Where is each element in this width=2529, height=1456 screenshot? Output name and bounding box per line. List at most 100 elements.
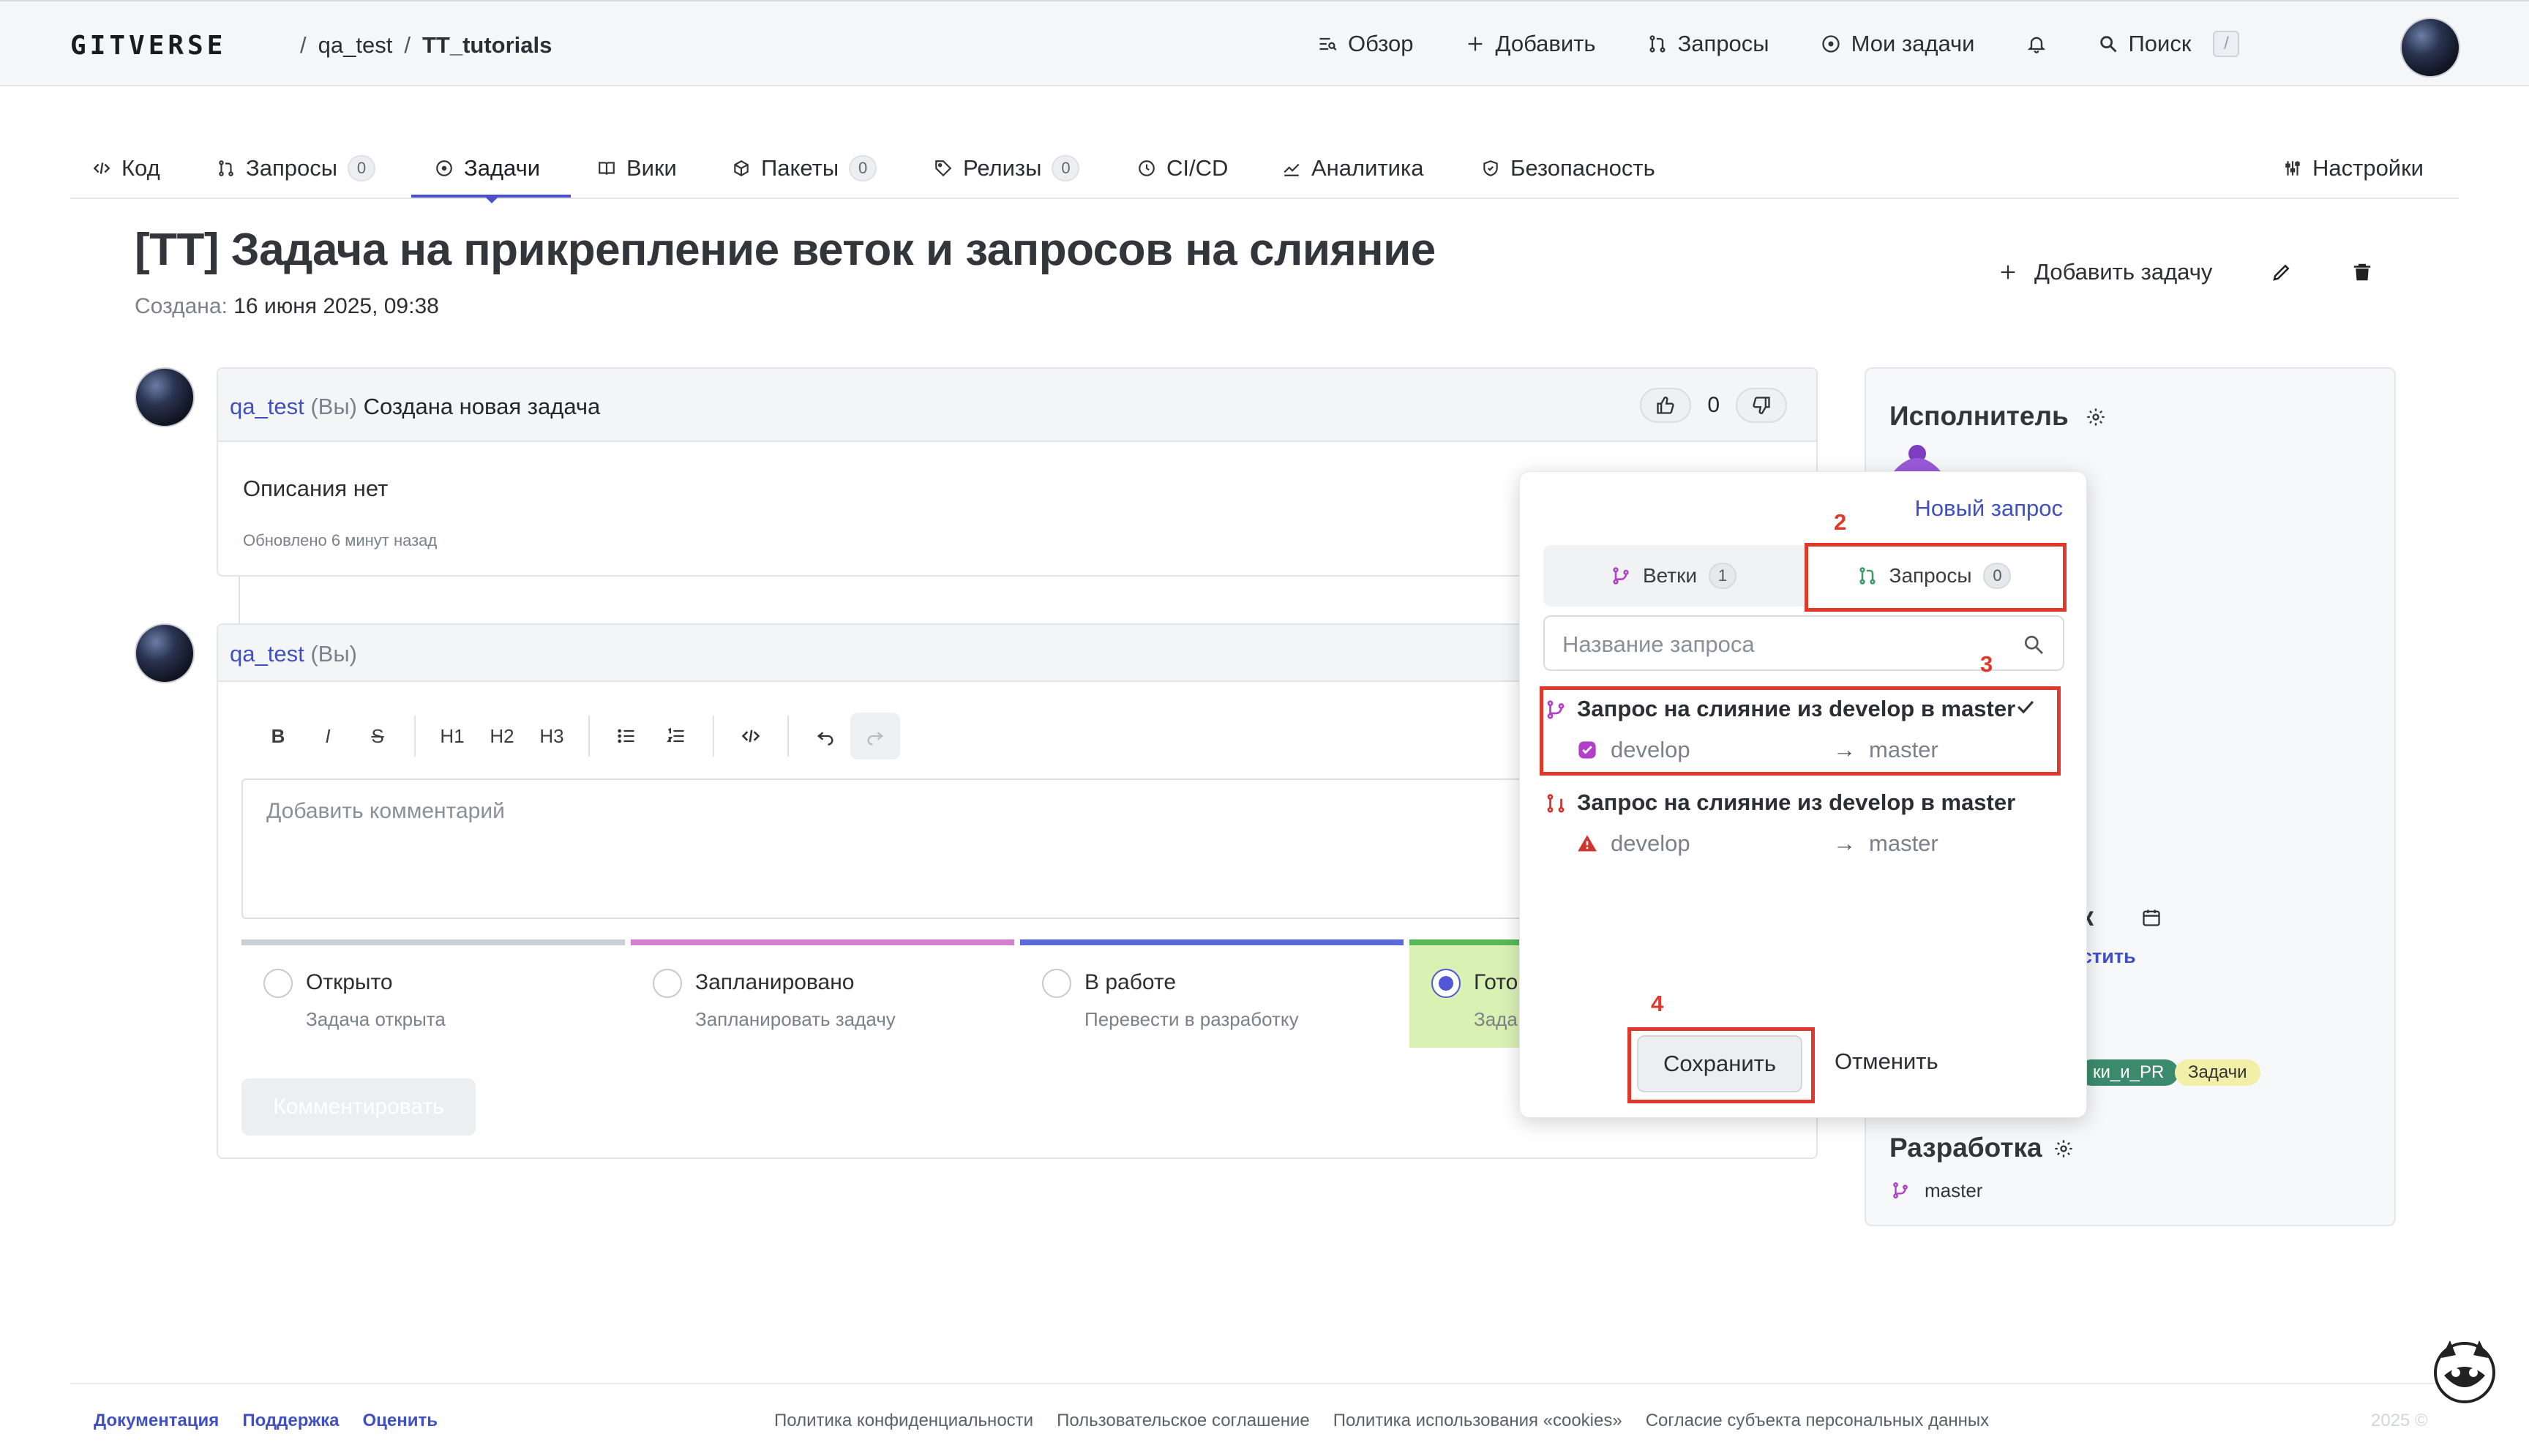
gear-icon[interactable]: [2086, 407, 2106, 427]
editor-author-avatar[interactable]: [135, 623, 195, 683]
tab-issues[interactable]: Задачи: [435, 155, 540, 181]
bold-button[interactable]: B: [253, 713, 303, 759]
issue-icon: [436, 160, 452, 176]
footer-cookies-link[interactable]: Политика использования «cookies»: [1333, 1411, 1622, 1431]
created-date: 16 июня 2025, 09:38: [233, 294, 439, 318]
label-tag[interactable]: Задачи: [2175, 1059, 2260, 1086]
tab-analytics-label: Аналитика: [1311, 155, 1424, 181]
tab-branches-label: Ветки: [1642, 564, 1698, 587]
created-label: Создана:: [135, 294, 228, 318]
footer-terms-link[interactable]: Пользовательское соглашение: [1057, 1411, 1310, 1431]
dislike-button[interactable]: [1736, 388, 1787, 423]
tab-cicd[interactable]: CI/CD: [1137, 155, 1228, 181]
tab-packages[interactable]: Пакеты 0: [732, 155, 877, 181]
editor-you-label: (Вы): [310, 641, 357, 667]
add-task-label: Добавить задачу: [2034, 259, 2213, 285]
tab-requests[interactable]: Запросы 0: [217, 155, 376, 181]
source-branch: develop: [1577, 830, 1690, 857]
submit-comment-button[interactable]: Комментировать: [241, 1078, 476, 1136]
code-button[interactable]: [726, 713, 776, 759]
nav-requests[interactable]: Запросы: [1647, 31, 1769, 57]
tab-security[interactable]: Безопасность: [1481, 155, 1655, 181]
pull-request-icon: [219, 160, 233, 176]
gear-icon[interactable]: [2053, 1138, 2074, 1159]
pull-request-icon: [1649, 35, 1666, 53]
comment-author-link[interactable]: qa_test: [230, 394, 304, 419]
notifications-button[interactable]: [2026, 31, 2047, 57]
mascot-assistant-icon[interactable]: [2429, 1335, 2500, 1405]
gitverse-logo[interactable]: GITVERSE: [70, 31, 226, 61]
italic-button[interactable]: I: [303, 713, 353, 759]
breadcrumb-owner[interactable]: qa_test: [318, 32, 393, 59]
merge-request-item[interactable]: Запрос на слияние из develop в master de…: [1540, 779, 2067, 867]
status-open-name: Открыто: [306, 970, 393, 994]
warning-icon: [1578, 835, 1597, 852]
footer-support-link[interactable]: Поддержка: [242, 1411, 339, 1431]
redo-button[interactable]: [850, 713, 900, 759]
repo-tabs: Код Запросы 0 Задачи Вики Пакеты 0 Релиз…: [70, 146, 2459, 203]
book-icon: [599, 162, 615, 175]
strikethrough-button[interactable]: S: [353, 713, 402, 759]
tab-analytics[interactable]: Аналитика: [1282, 155, 1423, 181]
status-done-radio[interactable]: [1431, 969, 1461, 998]
calendar-icon[interactable]: [2141, 907, 2162, 928]
breadcrumb-repo[interactable]: TT_tutorials: [422, 32, 552, 59]
comment-reactions: 0: [1640, 388, 1787, 423]
search-button[interactable]: Поиск /: [2098, 31, 2240, 57]
status-planned-radio[interactable]: [653, 969, 682, 998]
undo-button[interactable]: [801, 713, 850, 759]
heading2-button[interactable]: H2: [477, 713, 527, 759]
tab-cicd-label: CI/CD: [1166, 155, 1229, 181]
plus-icon: [1468, 37, 1482, 51]
thumbs-down-icon: [1753, 397, 1770, 414]
like-button[interactable]: [1640, 388, 1692, 423]
nav-my-tasks[interactable]: Мои задачи: [1821, 31, 1975, 57]
status-open-radio[interactable]: [263, 969, 293, 998]
nav-overview[interactable]: Обзор: [1317, 31, 1414, 57]
editor-author-link[interactable]: qa_test: [230, 641, 304, 667]
timeline-line: [239, 577, 240, 625]
tab-releases[interactable]: Релизы 0: [934, 155, 1080, 181]
footer-docs-link[interactable]: Документация: [94, 1411, 219, 1431]
code-icon: [93, 162, 110, 174]
delete-icon[interactable]: [2351, 261, 2373, 283]
chart-icon: [1284, 163, 1300, 176]
breadcrumb-separator: /: [404, 32, 411, 58]
tab-branches[interactable]: Ветки 1: [1543, 545, 1804, 607]
ordered-list-button[interactable]: [651, 713, 701, 759]
tab-issues-label: Задачи: [464, 155, 541, 181]
comment-author-line: qa_test (Вы) Создана новая задача: [230, 394, 600, 420]
heading1-button[interactable]: H1: [427, 713, 477, 759]
nav-add[interactable]: Добавить: [1465, 31, 1596, 57]
user-avatar[interactable]: [2400, 18, 2460, 78]
new-request-link[interactable]: Новый запрос: [1914, 495, 2063, 522]
heading3-button[interactable]: H3: [527, 713, 577, 759]
footer-rate-link[interactable]: Оценить: [362, 1411, 438, 1431]
status-planned[interactable]: Запланировано Запланировать задачу: [631, 939, 1014, 1048]
add-task-button[interactable]: Добавить задачу: [1998, 259, 2212, 285]
status-in-progress-radio[interactable]: [1042, 969, 1071, 998]
highlight-requests-tab: [1805, 543, 2067, 612]
top-header: GITVERSE / qa_test / TT_tutorials Обзор …: [0, 0, 2529, 86]
deadline-set-link[interactable]: стить: [2081, 945, 2136, 968]
status-in-progress[interactable]: В работе Перевести в разработку: [1020, 939, 1404, 1048]
search-icon: [2025, 636, 2043, 654]
bullet-list-button[interactable]: [602, 713, 651, 759]
label-tag[interactable]: ки_и_PR: [2078, 1059, 2179, 1086]
footer-consent-link[interactable]: Согласие субъекта персональных данных: [1646, 1411, 1989, 1431]
cancel-button[interactable]: Отменить: [1835, 1048, 1938, 1075]
footer-divider: [70, 1383, 2459, 1384]
tab-branches-count: 1: [1709, 563, 1737, 589]
assignee-avatar[interactable]: [1888, 442, 1947, 471]
comment-author-avatar[interactable]: [135, 367, 195, 427]
tab-code[interactable]: Код: [92, 155, 160, 181]
status-open[interactable]: Открыто Задача открыта: [241, 939, 625, 1048]
tab-releases-label: Релизы: [963, 155, 1042, 181]
issue-title: [TT] Задача на прикрепление веток и запр…: [135, 225, 1436, 275]
tab-settings[interactable]: Настройки: [2283, 155, 2424, 181]
tab-wiki[interactable]: Вики: [597, 155, 677, 181]
dev-branch-name[interactable]: master: [1925, 1179, 1982, 1202]
footer-privacy-link[interactable]: Политика конфиденциальности: [774, 1411, 1033, 1431]
edit-icon[interactable]: [2271, 261, 2293, 283]
top-nav: Обзор Добавить Запросы Мои задачи Поиск …: [1317, 31, 2240, 57]
